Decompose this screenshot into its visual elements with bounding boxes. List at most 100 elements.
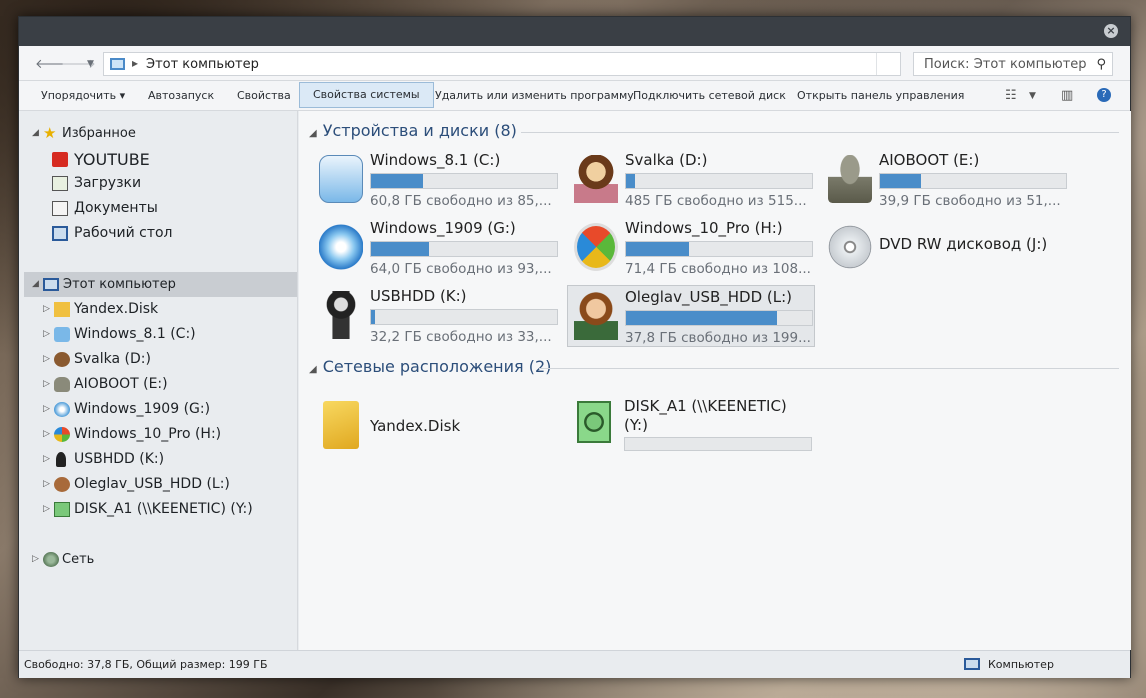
drive-usage-bar [879,173,1067,189]
nav-item-youtube[interactable]: YOUTUBE [19,147,297,172]
nav-item-drive-k[interactable]: ▷ USBHDD (K:) [19,447,297,472]
ninja-avatar-icon [319,291,363,339]
nav-item-desktop[interactable]: Рабочий стол [19,221,297,246]
collapse-arrow-icon[interactable]: ▷ [43,347,50,372]
drive-tile[interactable]: Windows_10_Pro (H:) 71,4 ГБ свободно из … [568,217,816,279]
network-group-title: Сетевые расположения (2) [322,357,552,376]
nav-item-yandex-disk[interactable]: ▷ Yandex.Disk [19,297,297,322]
properties-button[interactable]: Свойства [237,81,291,110]
search-box[interactable]: Поиск: Этот компьютер ⚲ [913,52,1113,76]
devices-group-header[interactable]: ◢ Устройства и диски (8) [309,121,517,140]
nav-item-label: Загрузки [74,175,142,191]
drive-free-space: 39,9 ГБ свободно из 51,... [879,193,1061,209]
drive-tile[interactable]: DVD RW дисковод (J:) [822,217,1070,279]
collapse-arrow-icon[interactable]: ▷ [43,422,50,447]
nav-this-pc[interactable]: ◢ Этот компьютер [24,272,297,297]
nav-item-drive-c[interactable]: ▷ Windows_8.1 (C:) [19,322,297,347]
drive-name: Oleglav_USB_HDD (L:) [625,288,793,306]
collapse-arrow-icon[interactable]: ▷ [43,447,50,472]
network-location-tile[interactable]: DISK_A1 (\\KEENETIC) (Y:) [567,395,815,457]
expand-arrow-icon[interactable]: ◢ [32,121,39,146]
address-dropdown[interactable] [876,53,900,75]
network-globe-icon [43,552,59,567]
computer-icon [110,58,125,70]
network-drive-icon [54,502,70,517]
status-free-space: Свободно: 37,8 ГБ, Общий размер: 199 ГБ [24,658,268,671]
boy-avatar-icon [574,292,618,340]
organize-button[interactable]: Упорядочить ▾ [41,81,125,110]
group-collapse-icon[interactable]: ◢ [309,364,317,375]
address-box[interactable]: ▸ Этот компьютер [103,52,901,76]
drive-tile[interactable]: Svalka (D:) 485 ГБ свободно из 515... [568,149,816,211]
network-group-header[interactable]: ◢ Сетевые расположения (2) [309,357,551,376]
drive-usage-fill [626,242,690,256]
status-location: Компьютер [964,658,1054,671]
system-properties-button[interactable]: Свойства системы [299,82,434,108]
drive-usage-bar [370,241,558,257]
nav-network[interactable]: ▷ Сеть [19,547,297,572]
status-bar: Свободно: 37,8 ГБ, Общий размер: 199 ГБ … [19,650,1130,678]
drive-name: Svalka (D:) [625,151,708,169]
search-placeholder[interactable]: Поиск: Этот компьютер [924,57,1087,72]
collapse-arrow-icon[interactable]: ▷ [43,372,50,397]
search-icon[interactable]: ⚲ [1096,57,1106,72]
help-icon[interactable]: ? [1097,88,1111,102]
expand-arrow-icon[interactable]: ◢ [32,272,39,297]
nav-item-drive-e[interactable]: ▷ AIOBOOT (E:) [19,372,297,397]
dvd-icon [828,223,872,271]
drive-usage-bar [625,173,813,189]
collapse-arrow-icon[interactable]: ▷ [43,497,50,522]
title-bar[interactable]: × [19,17,1130,46]
autoplay-button[interactable]: Автозапуск [148,81,214,110]
nav-item-label: Рабочий стол [74,225,173,241]
preview-pane-icon[interactable]: ▥ [1061,88,1073,103]
recent-dropdown-icon[interactable]: ▼ [87,59,94,69]
drive-tile[interactable]: USBHDD (K:) 32,2 ГБ свободно из 33,... [313,285,561,347]
nav-item-drive-d[interactable]: ▷ Svalka (D:) [19,347,297,372]
nav-item-drive-y[interactable]: ▷ DISK_A1 (\\KEENETIC) (Y:) [19,497,297,522]
group-divider [539,368,1119,369]
nav-item-downloads[interactable]: Загрузки [19,171,297,196]
nav-item-documents[interactable]: Документы [19,196,297,221]
view-dropdown-icon[interactable]: ▼ [1029,91,1036,101]
map-network-drive-button[interactable]: Подключить сетевой диск [633,81,786,110]
uninstall-program-button[interactable]: Удалить или изменить программу [435,81,634,110]
drive-free-space: 64,0 ГБ свободно из 93,... [370,261,552,277]
breadcrumb-path[interactable]: Этот компьютер [146,57,259,72]
troll-avatar-icon [828,155,872,203]
drive-tile[interactable]: Windows_8.1 (C:) 60,8 ГБ свободно из 85,… [313,149,561,211]
close-button[interactable]: × [1104,24,1118,38]
computer-icon [43,278,59,291]
collapse-arrow-icon[interactable]: ▷ [43,297,50,322]
collapse-arrow-icon[interactable]: ▷ [32,547,39,572]
nav-item-label: Документы [74,200,158,216]
windows-flag-icon [54,427,70,442]
nav-favorites-label: Избранное [62,126,136,141]
yandex-folder-icon [323,401,359,449]
drive-usage-bar [625,310,813,326]
nav-item-label: Windows_8.1 (C:) [74,326,196,342]
nav-item-drive-l[interactable]: ▷ Oleglav_USB_HDD (L:) [19,472,297,497]
drive-tile-selected[interactable]: Oleglav_USB_HDD (L:) 37,8 ГБ свободно из… [567,285,815,347]
open-control-panel-button[interactable]: Открыть панель управления [797,81,964,110]
nav-favorites[interactable]: ◢ ★ Избранное [19,121,297,146]
nav-item-label: Yandex.Disk [74,301,159,317]
star-icon: ★ [43,124,57,142]
collapse-arrow-icon[interactable]: ▷ [43,322,50,347]
drive-tile[interactable]: AIOBOOT (E:) 39,9 ГБ свободно из 51,... [822,149,1070,211]
boy-avatar-icon [54,477,70,492]
network-drive-name-line2: (Y:) [624,416,648,434]
group-collapse-icon[interactable]: ◢ [309,128,317,139]
drive-usage-fill [626,311,777,325]
nav-item-drive-g[interactable]: ▷ Windows_1909 (G:) [19,397,297,422]
girl-avatar-icon [574,155,618,203]
drive-name: Windows_8.1 (C:) [370,151,501,169]
nav-item-drive-h[interactable]: ▷ Windows_10_Pro (H:) [19,422,297,447]
drive-tile[interactable]: Windows_1909 (G:) 64,0 ГБ свободно из 93… [313,217,561,279]
collapse-arrow-icon[interactable]: ▷ [43,397,50,422]
network-location-tile[interactable]: Yandex.Disk [313,395,561,457]
collapse-arrow-icon[interactable]: ▷ [43,472,50,497]
view-options-icon[interactable]: ☷ [1005,88,1017,103]
network-drive-name-line1: DISK_A1 (\\KEENETIC) [624,397,787,415]
drive-usage-fill [626,174,636,188]
